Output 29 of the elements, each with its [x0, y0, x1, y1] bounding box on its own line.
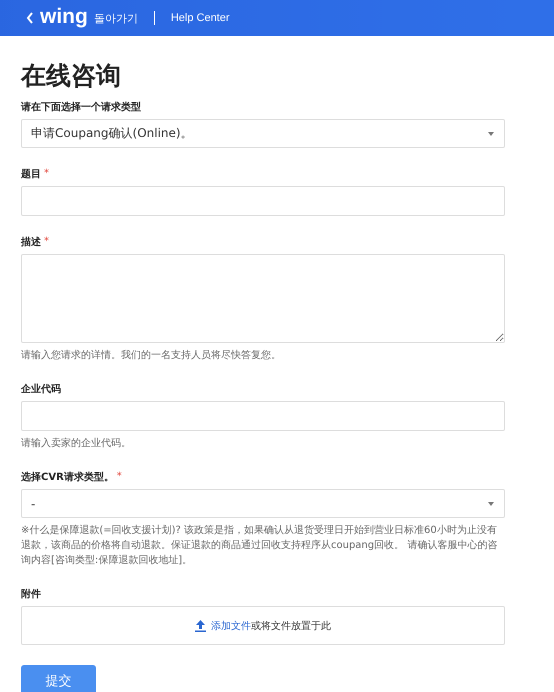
field-label: 选择CVR请求类型。	[21, 471, 114, 484]
required-mark: *	[44, 168, 49, 179]
logo[interactable]: wing	[40, 6, 88, 26]
field-label: 题目	[21, 168, 41, 181]
submit-button[interactable]: 提交	[21, 665, 96, 692]
input-field[interactable]	[21, 186, 505, 216]
help-text: ※什么是保障退款(=回收支援计划)? 该政策是指，如果确认从退货受理日开始到营业日标准60小时为止没有退款，该商品的价格将自动退款。保证退款的商品通过回收支持程序从coupang回收。 请确认客服中心的咨询内容[咨询类型:保障退款回收地址]。	[21, 524, 498, 568]
section-title: Help Center	[170, 12, 230, 24]
field-label: 企业代码	[21, 383, 61, 396]
upload-text: 添加文件或将文件放置于此	[211, 620, 331, 632]
field-label: 请在下面选择一个请求类型	[21, 101, 141, 114]
dropdown[interactable]: -	[21, 489, 505, 518]
input-field[interactable]	[21, 401, 505, 431]
drop-zone[interactable]: 添加文件或将文件放置于此	[21, 606, 505, 645]
caret-icon	[488, 502, 494, 506]
field-label: 附件	[21, 588, 41, 601]
back-link[interactable]: 돌아가기	[94, 10, 138, 26]
help-text: 请输入您请求的详情。我们的一名支持人员将尽快答复您。	[21, 348, 282, 363]
text-area[interactable]	[21, 254, 505, 343]
upload-icon	[195, 620, 206, 632]
dropdown[interactable]: 申请Coupang确认(Online)。	[21, 119, 505, 148]
page-title: 在线咨询	[21, 61, 122, 91]
help-text: 请输入卖家的企业代码。	[21, 436, 132, 451]
required-mark: *	[116, 471, 122, 482]
add-file-link[interactable]: 添加文件	[211, 620, 251, 632]
required-mark: *	[44, 236, 49, 247]
caret-icon	[488, 132, 494, 136]
chevron-left-icon[interactable]	[26, 12, 34, 24]
field-label: 描述	[21, 236, 41, 249]
